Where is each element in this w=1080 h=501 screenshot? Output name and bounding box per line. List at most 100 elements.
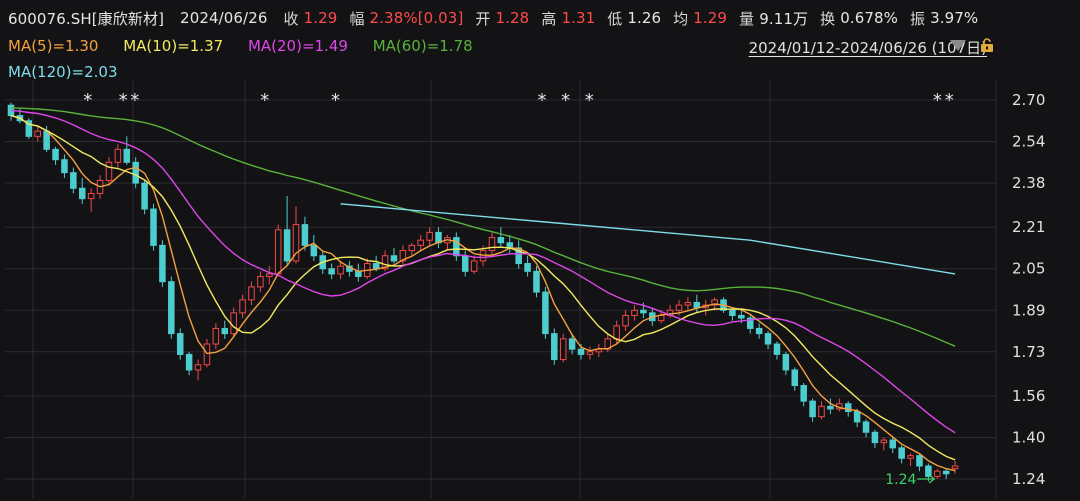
candle-up bbox=[266, 273, 273, 278]
candle-down bbox=[310, 244, 318, 257]
candle-down bbox=[150, 208, 157, 246]
star-marker: * bbox=[945, 90, 954, 111]
candle-down bbox=[453, 237, 460, 257]
star-marker: * bbox=[331, 90, 340, 111]
candle-up bbox=[114, 148, 122, 163]
candle-up bbox=[248, 286, 255, 301]
candle-up bbox=[257, 276, 264, 288]
candle-down bbox=[283, 229, 291, 262]
candle-down bbox=[800, 385, 807, 402]
candle-down bbox=[542, 291, 549, 335]
ma5-line bbox=[10, 114, 956, 472]
candle-down bbox=[70, 172, 77, 189]
star-marker: * bbox=[260, 90, 269, 111]
candle-up bbox=[488, 237, 496, 252]
candle-down bbox=[889, 439, 897, 449]
candle-up bbox=[426, 231, 433, 241]
candle-up bbox=[203, 343, 211, 366]
candle-up bbox=[194, 364, 202, 371]
candle-down bbox=[551, 333, 558, 361]
star-marker: * bbox=[538, 90, 547, 111]
candle-up bbox=[230, 312, 237, 335]
candle-up bbox=[239, 299, 246, 314]
y-tick-label: 1.89 bbox=[1012, 301, 1045, 319]
candle-down bbox=[568, 338, 576, 350]
candle-down bbox=[185, 353, 193, 371]
candle-down bbox=[871, 431, 879, 444]
candle-down bbox=[916, 455, 923, 467]
y-tick-label: 1.73 bbox=[1012, 343, 1045, 361]
candle-up bbox=[880, 439, 888, 444]
y-tick-label: 2.05 bbox=[1012, 260, 1045, 278]
candle-down bbox=[524, 263, 531, 272]
candle-up bbox=[951, 465, 959, 470]
candle-down bbox=[729, 309, 736, 316]
candle-down bbox=[693, 301, 701, 309]
candle-down bbox=[61, 159, 68, 174]
candle-down bbox=[123, 148, 131, 163]
y-tick-label: 1.40 bbox=[1012, 428, 1045, 446]
candle-up bbox=[907, 455, 914, 459]
y-tick-label: 2.70 bbox=[1012, 91, 1045, 109]
candle-down bbox=[782, 353, 790, 371]
candle-down bbox=[372, 263, 380, 270]
candle-up bbox=[934, 470, 941, 477]
candle-down bbox=[738, 314, 745, 319]
candle-up bbox=[559, 338, 567, 361]
candle-up bbox=[212, 327, 220, 345]
ma20-line bbox=[10, 109, 956, 434]
star-marker: * bbox=[933, 90, 942, 111]
candle-up bbox=[87, 192, 95, 200]
candle-up bbox=[586, 351, 594, 355]
candle-down bbox=[497, 237, 505, 244]
candle-down bbox=[925, 465, 932, 477]
star-marker: * bbox=[561, 90, 570, 111]
low-annotation-label: 1.24 bbox=[885, 472, 916, 488]
candle-down bbox=[176, 333, 184, 355]
candle-down bbox=[809, 400, 816, 418]
candle-down bbox=[862, 421, 870, 433]
candle-down bbox=[942, 470, 950, 475]
candle-down bbox=[461, 255, 469, 272]
y-tick-label: 2.21 bbox=[1012, 218, 1045, 236]
candle-down bbox=[43, 130, 50, 150]
candle-down bbox=[390, 255, 398, 262]
candle-up bbox=[417, 239, 424, 246]
candle-down bbox=[898, 447, 905, 459]
star-marker: * bbox=[119, 90, 128, 111]
candle-up bbox=[657, 314, 665, 322]
candle-down bbox=[301, 224, 309, 246]
candle-down bbox=[78, 187, 86, 200]
star-marker: * bbox=[585, 90, 594, 111]
candle-up bbox=[470, 260, 478, 272]
y-tick-label: 2.54 bbox=[1012, 133, 1045, 151]
candle-down bbox=[168, 281, 175, 335]
candle-down bbox=[132, 161, 139, 184]
candle-down bbox=[577, 348, 585, 355]
candle-up bbox=[408, 244, 416, 252]
candle-down bbox=[755, 327, 763, 335]
candle-down bbox=[52, 148, 59, 161]
candle-down bbox=[791, 369, 799, 387]
star-marker: * bbox=[130, 90, 139, 111]
star-marker: * bbox=[83, 90, 92, 111]
candle-up bbox=[818, 405, 825, 418]
candle-up bbox=[274, 229, 282, 275]
kline-chart[interactable]: 2.70 2.54 2.38 2.21 2.05 1.89 1.73 1.56 1.40 1.24… bbox=[0, 0, 1080, 501]
candle-down bbox=[827, 405, 834, 410]
y-tick-label: 1.56 bbox=[1012, 387, 1045, 405]
candle-down bbox=[221, 327, 229, 335]
candle-down bbox=[355, 270, 362, 278]
candle-up bbox=[613, 325, 620, 340]
y-tick-label: 2.38 bbox=[1012, 174, 1045, 192]
candle-up bbox=[684, 301, 692, 306]
candle-up bbox=[622, 314, 629, 327]
candle-down bbox=[764, 333, 772, 345]
candle-up bbox=[105, 161, 113, 181]
candle-up bbox=[337, 265, 344, 275]
candle-down bbox=[141, 182, 148, 210]
candle-down bbox=[853, 411, 861, 423]
candle-down bbox=[533, 270, 540, 293]
candle-down bbox=[328, 268, 335, 275]
candle-down bbox=[640, 309, 647, 314]
